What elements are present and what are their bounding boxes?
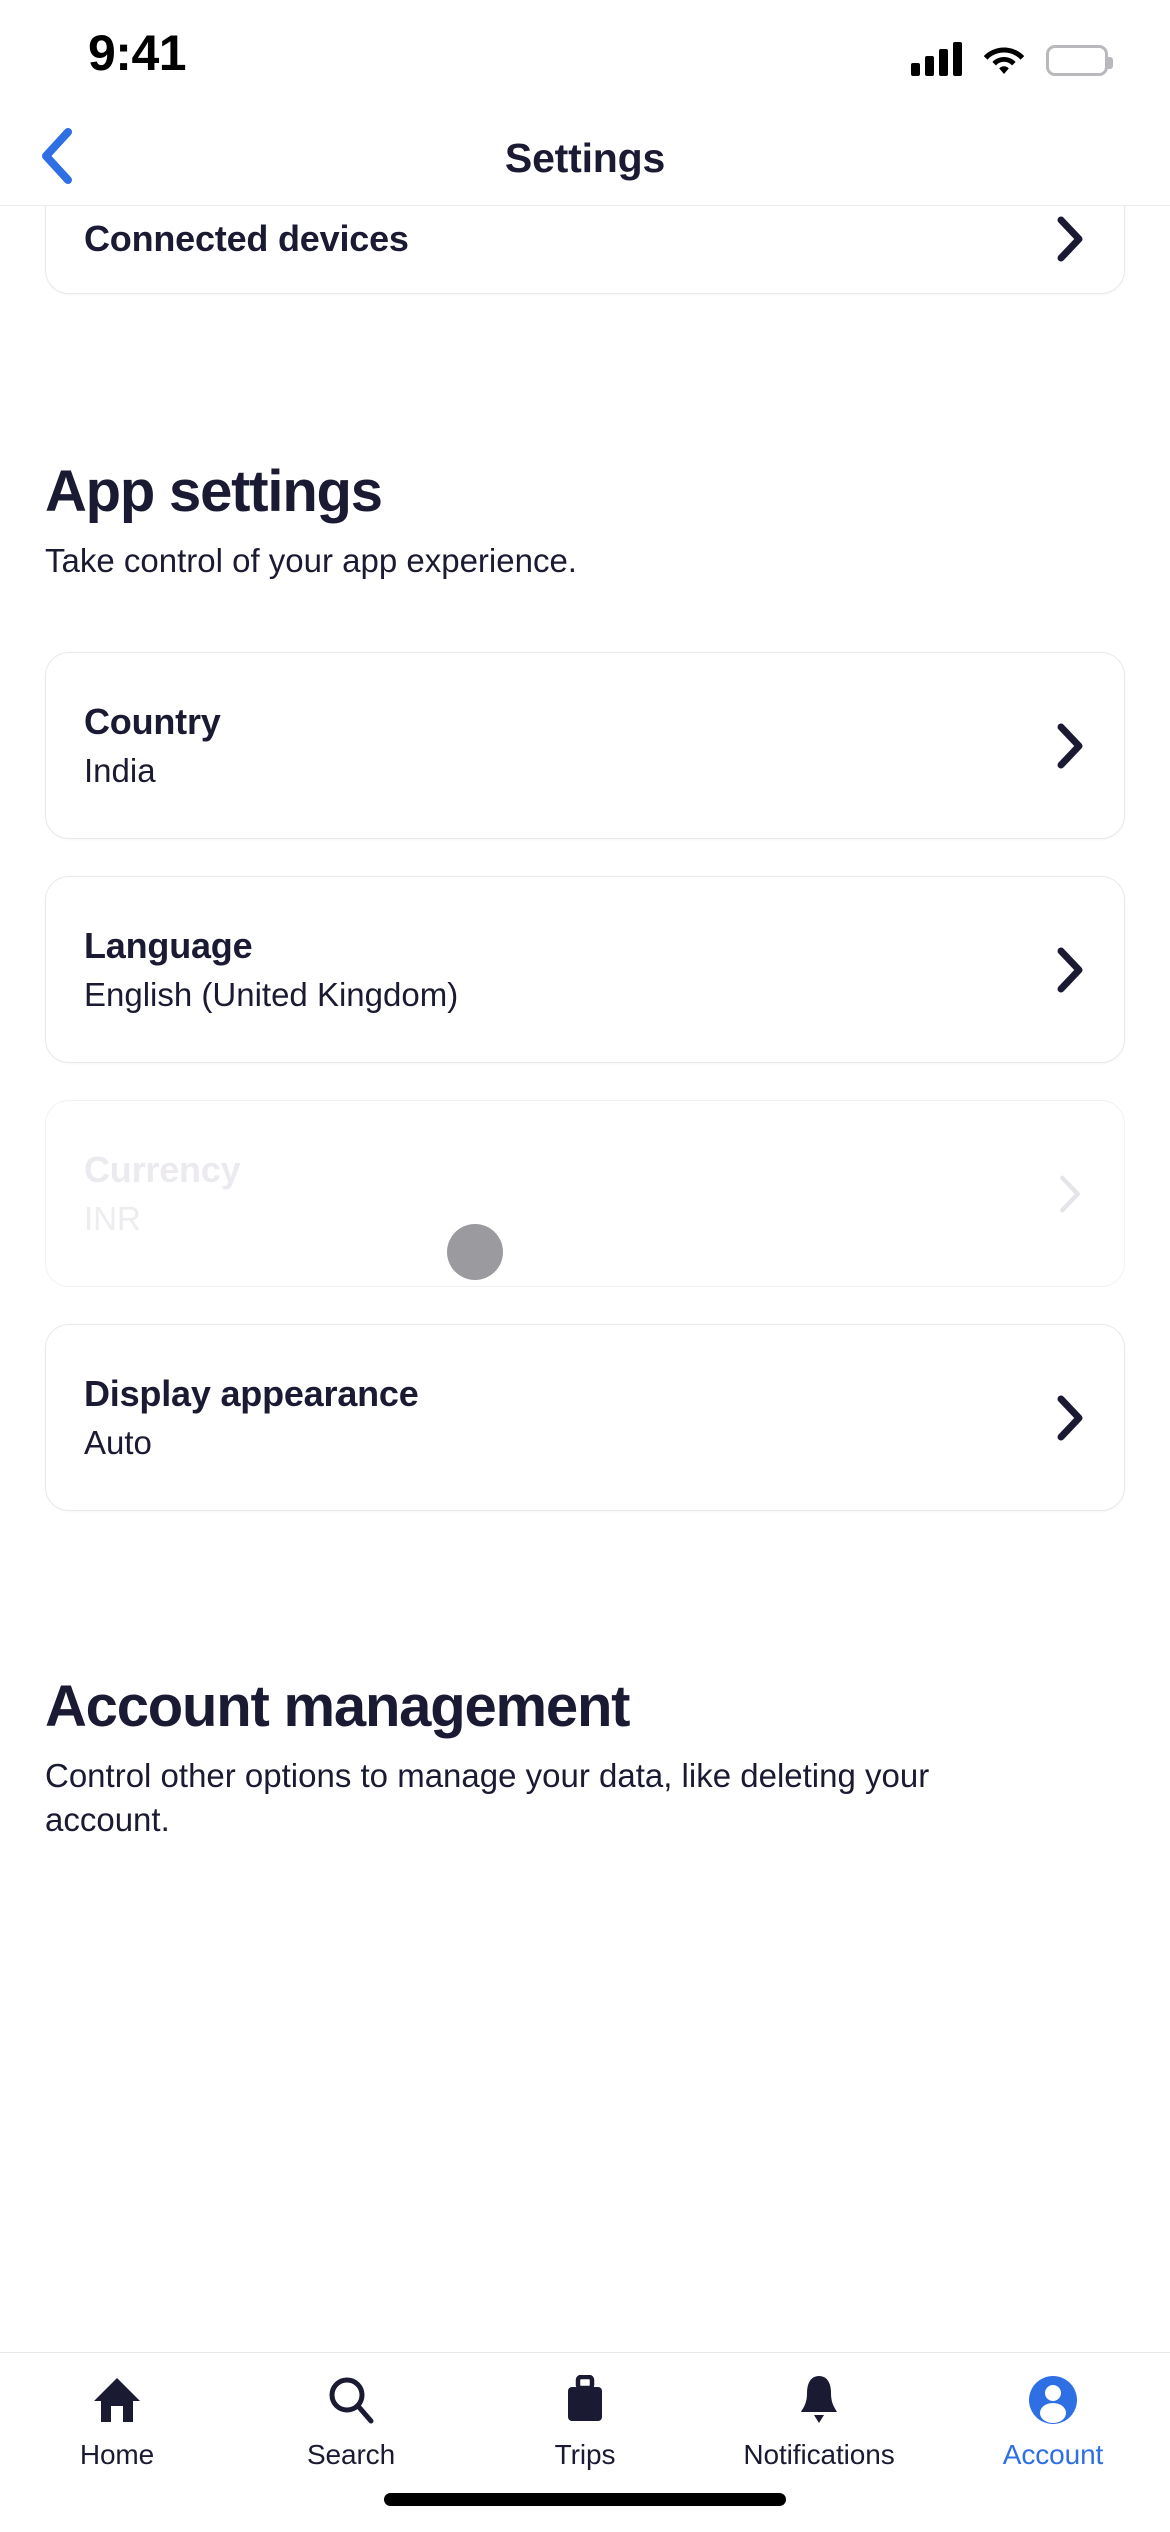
language-title: Language bbox=[84, 925, 253, 966]
chevron-right-icon bbox=[1050, 1395, 1090, 1440]
tab-search[interactable]: Search bbox=[234, 2375, 468, 2471]
app-settings-title: App settings bbox=[45, 459, 383, 524]
search-icon bbox=[326, 2375, 376, 2425]
country-value: India bbox=[84, 752, 156, 789]
settings-row-language[interactable]: Language English (United Kingdom) bbox=[45, 876, 1125, 1063]
display-appearance-title: Display appearance bbox=[84, 1373, 419, 1414]
tab-trips-label: Trips bbox=[554, 2439, 616, 2470]
currency-texts: Currency INR bbox=[84, 1148, 241, 1239]
suitcase-icon bbox=[561, 2375, 609, 2425]
status-bar-icons bbox=[911, 30, 1113, 76]
account-management-section-header: Account management Control other options… bbox=[45, 1674, 1125, 1842]
back-button[interactable] bbox=[22, 125, 90, 193]
chevron-right-icon bbox=[1050, 723, 1090, 768]
currency-value: INR bbox=[84, 1200, 141, 1237]
currency-title: Currency bbox=[84, 1149, 241, 1190]
home-indicator bbox=[384, 2493, 786, 2506]
tab-trips[interactable]: Trips bbox=[468, 2375, 702, 2471]
wifi-icon bbox=[982, 42, 1026, 76]
settings-row-country[interactable]: Country India bbox=[45, 652, 1125, 839]
tab-search-label: Search bbox=[306, 2439, 396, 2470]
account-circle-icon bbox=[1028, 2375, 1078, 2425]
country-texts: Country India bbox=[84, 700, 221, 791]
page-title: Settings bbox=[504, 135, 666, 181]
app-settings-section-header: App settings Take control of your app ex… bbox=[45, 459, 1125, 583]
phone-screen: 9:41 Settings Connected devices App sett… bbox=[0, 0, 1170, 2532]
tab-account[interactable]: Account bbox=[936, 2375, 1170, 2471]
status-bar: 9:41 bbox=[0, 0, 1170, 112]
app-settings-subtitle: Take control of your app experience. bbox=[45, 542, 577, 579]
navigation-bar: Settings bbox=[0, 112, 1170, 206]
settings-row-display-appearance[interactable]: Display appearance Auto bbox=[45, 1324, 1125, 1511]
language-value: English (United Kingdom) bbox=[84, 976, 459, 1013]
chevron-right-icon bbox=[1050, 216, 1090, 262]
chevron-right-icon bbox=[1050, 1174, 1090, 1214]
bell-icon bbox=[796, 2375, 842, 2425]
connected-devices-title: Connected devices bbox=[84, 218, 409, 259]
display-appearance-value: Auto bbox=[84, 1424, 152, 1461]
tab-notifications-label: Notifications bbox=[743, 2439, 895, 2470]
connected-devices-texts: Connected devices bbox=[84, 206, 409, 259]
account-management-title: Account management bbox=[45, 1674, 630, 1739]
account-management-subtitle: Control other options to manage your dat… bbox=[45, 1757, 930, 1838]
country-title: Country bbox=[84, 701, 221, 742]
connected-devices-row[interactable]: Connected devices bbox=[45, 206, 1125, 294]
language-texts: Language English (United Kingdom) bbox=[84, 924, 458, 1015]
home-icon bbox=[92, 2375, 142, 2425]
settings-row-currency: Currency INR bbox=[45, 1100, 1125, 1287]
tab-home-label: Home bbox=[79, 2439, 155, 2470]
tab-account-label: Account bbox=[1002, 2439, 1104, 2470]
tab-home[interactable]: Home bbox=[0, 2375, 234, 2471]
settings-scroll-content[interactable]: Connected devices App settings Take cont… bbox=[0, 206, 1170, 2352]
chevron-right-icon bbox=[1050, 947, 1090, 992]
cellular-signal-icon bbox=[911, 42, 962, 76]
chevron-left-icon bbox=[39, 128, 73, 189]
battery-icon bbox=[1046, 45, 1113, 76]
display-appearance-texts: Display appearance Auto bbox=[84, 1372, 419, 1463]
tab-notifications[interactable]: Notifications bbox=[702, 2375, 936, 2471]
